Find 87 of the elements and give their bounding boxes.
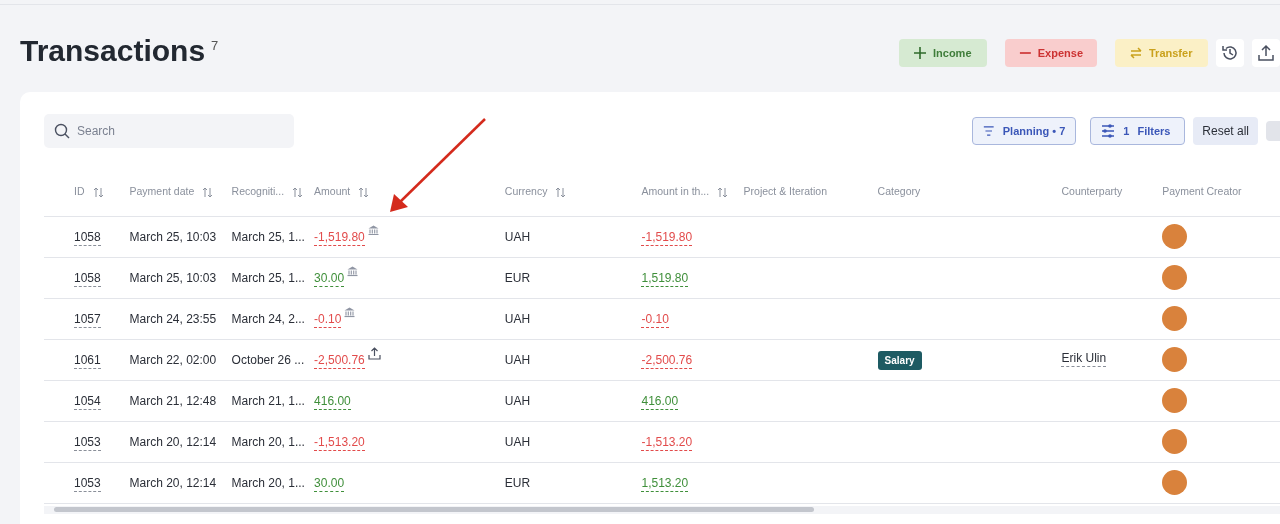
transaction-id-link[interactable]: 1054 xyxy=(74,393,101,410)
export-button[interactable] xyxy=(1252,39,1280,67)
amount-value[interactable]: 30.00 xyxy=(314,270,345,287)
column-header[interactable]: Amount xyxy=(314,184,351,197)
table-cell: March 20, 12:14 xyxy=(129,475,217,490)
table-cell: March 25, 10:03 xyxy=(129,229,217,244)
table-cell: March 25, 1... xyxy=(231,229,305,244)
sliders-icon xyxy=(1101,124,1116,138)
table-cell: UAH xyxy=(504,311,531,326)
column-header[interactable]: Currency xyxy=(504,184,548,197)
converted-amount-value[interactable]: -2,500.76 xyxy=(641,352,693,369)
avatar-placeholder xyxy=(1162,224,1188,249)
sort-icon[interactable] xyxy=(92,186,104,198)
transaction-id-link[interactable]: 1058 xyxy=(74,229,101,246)
search-icon xyxy=(54,123,70,139)
transaction-id-link[interactable]: 1053 xyxy=(74,475,101,492)
table-cell: March 24, 23:55 xyxy=(129,311,217,326)
history-button[interactable] xyxy=(1216,39,1244,67)
table-cell: March 22, 02:00 xyxy=(129,352,217,367)
plus-icon xyxy=(913,46,927,60)
filters-button[interactable]: 1 Filters xyxy=(1090,117,1186,145)
transaction-id-link[interactable]: 1053 xyxy=(74,434,101,451)
avatar-placeholder xyxy=(1162,347,1188,372)
table-cell: UAH xyxy=(504,434,531,449)
table-cell: March 20, 12:14 xyxy=(129,434,217,449)
horizontal-scrollbar[interactable] xyxy=(44,505,1280,514)
page-title: Transactions xyxy=(20,36,206,66)
column-header[interactable]: Payment date xyxy=(129,184,195,197)
category-tag: Salary xyxy=(877,350,922,370)
avatar-placeholder xyxy=(1162,265,1188,290)
amount-value[interactable]: -0.10 xyxy=(314,311,342,328)
scrollbar-thumb[interactable] xyxy=(54,506,814,512)
search-field[interactable]: Search xyxy=(44,114,294,148)
converted-amount-value[interactable]: -1,513.20 xyxy=(641,434,693,451)
table-cell: EUR xyxy=(504,270,531,285)
table-cell: UAH xyxy=(504,229,531,244)
transaction-id-link[interactable]: 1057 xyxy=(74,311,101,328)
amount-value[interactable]: -2,500.76 xyxy=(314,352,365,369)
table-cell: March 24, 2... xyxy=(231,311,305,326)
column-header[interactable]: Recogniti... xyxy=(231,184,285,197)
sort-icon[interactable] xyxy=(292,186,304,198)
converted-amount-value[interactable]: 416.00 xyxy=(641,393,679,410)
income-button[interactable]: Income xyxy=(899,39,987,67)
column-header[interactable]: ID xyxy=(74,184,85,197)
table-cell: March 25, 10:03 xyxy=(129,270,217,285)
table-cell: EUR xyxy=(504,475,531,490)
filter-lines-icon xyxy=(983,125,995,137)
sort-icon[interactable] xyxy=(202,186,214,198)
transaction-id-link[interactable]: 1061 xyxy=(74,352,101,369)
avatar-placeholder xyxy=(1162,388,1188,413)
history-icon xyxy=(1221,44,1239,62)
reset-all-button[interactable]: Reset all xyxy=(1193,117,1258,145)
swap-arrows-icon xyxy=(1129,46,1143,60)
column-header: Project & Iteration xyxy=(743,184,828,197)
avatar-placeholder xyxy=(1162,470,1188,495)
table-cell: March 25, 1... xyxy=(231,270,305,285)
table-cell: March 20, 1... xyxy=(231,434,305,449)
sort-icon[interactable] xyxy=(555,186,567,198)
table-cell: March 20, 1... xyxy=(231,475,305,490)
planning-button[interactable]: Planning • 7 xyxy=(972,117,1077,145)
amount-value[interactable]: -1,513.20 xyxy=(314,434,365,451)
avatar-placeholder xyxy=(1162,429,1188,454)
amount-value[interactable]: 30.00 xyxy=(314,475,345,492)
avatar-placeholder xyxy=(1162,306,1188,331)
converted-amount-value[interactable]: 1,519.80 xyxy=(641,270,689,287)
column-header: Payment Creator xyxy=(1162,184,1242,197)
table-cell: March 21, 12:48 xyxy=(129,393,217,408)
column-header: Category xyxy=(877,184,921,197)
column-header: Counterparty xyxy=(1061,184,1123,197)
transaction-count: 7 xyxy=(211,37,219,55)
amount-value[interactable]: -1,519.80 xyxy=(314,229,365,246)
sort-icon[interactable] xyxy=(717,186,729,198)
converted-amount-value[interactable]: -0.10 xyxy=(641,311,669,328)
table-cell: March 21, 1... xyxy=(231,393,305,408)
column-header[interactable]: Amount in th... xyxy=(641,184,710,197)
table-cell: UAH xyxy=(504,352,531,367)
transfer-button[interactable]: Transfer xyxy=(1115,39,1208,67)
upload-icon xyxy=(1257,44,1275,62)
table-cell: October 26 ... xyxy=(231,352,305,367)
transaction-id-link[interactable]: 1058 xyxy=(74,270,101,287)
counterparty-link[interactable]: Erik Ulin xyxy=(1061,350,1107,367)
expense-button[interactable]: Expense xyxy=(1005,39,1097,67)
table-cell: UAH xyxy=(504,393,531,408)
converted-amount-value[interactable]: -1,519.80 xyxy=(641,229,693,246)
sort-icon[interactable] xyxy=(358,186,370,198)
converted-amount-value[interactable]: 1,513.20 xyxy=(641,475,689,492)
amount-value[interactable]: 416.00 xyxy=(314,393,351,410)
